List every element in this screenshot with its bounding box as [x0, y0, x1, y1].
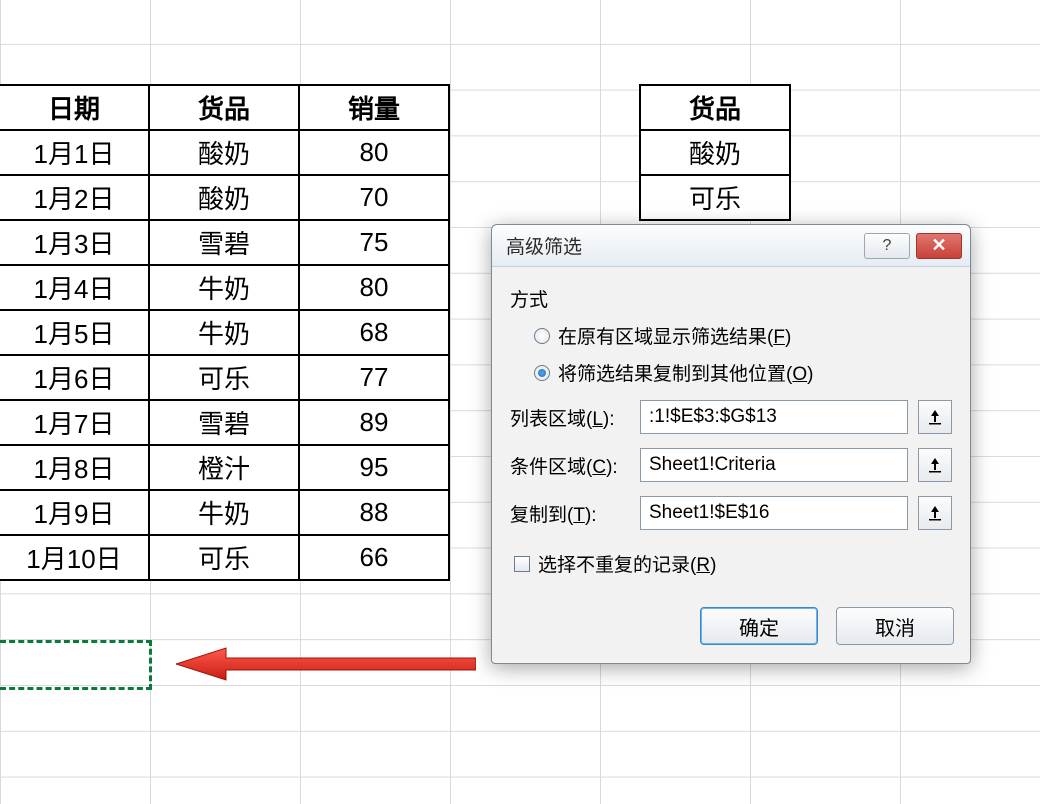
table-header-row: 日期 货品 销量 [0, 85, 449, 130]
range-select-icon [926, 408, 944, 426]
cell[interactable]: 1月7日 [0, 400, 149, 445]
table-row: 1月4日牛奶80 [0, 265, 449, 310]
radio-filter-inplace[interactable]: 在原有区域显示筛选结果(F) [534, 322, 952, 349]
cell[interactable]: 1月6日 [0, 355, 149, 400]
table-row: 酸奶 [640, 130, 790, 175]
checkbox-icon [514, 556, 530, 572]
cell[interactable]: 88 [299, 490, 449, 535]
criteria-range-label: 条件区域(C): [510, 452, 630, 479]
advanced-filter-dialog: 高级筛选 ? ✕ 方式 在原有区域显示筛选结果(F) 将筛选结果复制到其他位置(… [491, 224, 971, 664]
cell[interactable]: 橙汁 [149, 445, 299, 490]
cell[interactable]: 1月5日 [0, 310, 149, 355]
radio-icon [534, 365, 550, 381]
criteria-range-row: 条件区域(C): [510, 448, 952, 482]
cell[interactable]: 95 [299, 445, 449, 490]
range-select-icon [926, 504, 944, 522]
cell[interactable]: 80 [299, 265, 449, 310]
cell[interactable]: 66 [299, 535, 449, 580]
cell[interactable]: 牛奶 [149, 265, 299, 310]
cell[interactable]: 1月1日 [0, 130, 149, 175]
copy-to-input[interactable] [640, 496, 908, 530]
criteria-range-input[interactable] [640, 448, 908, 482]
dialog-title: 高级筛选 [506, 232, 864, 259]
range-select-icon [926, 456, 944, 474]
cell[interactable]: 1月3日 [0, 220, 149, 265]
cell[interactable]: 雪碧 [149, 400, 299, 445]
cell[interactable]: 可乐 [640, 175, 790, 220]
cell[interactable]: 89 [299, 400, 449, 445]
method-section-label: 方式 [510, 285, 952, 312]
cell[interactable]: 1月4日 [0, 265, 149, 310]
col-header-product[interactable]: 货品 [149, 85, 299, 130]
cell[interactable]: 雪碧 [149, 220, 299, 265]
table-row: 1月8日橙汁95 [0, 445, 449, 490]
ok-button[interactable]: 确定 [700, 607, 818, 645]
cell[interactable]: 牛奶 [149, 310, 299, 355]
cell[interactable]: 68 [299, 310, 449, 355]
copy-to-row: 复制到(T): [510, 496, 952, 530]
col-header-date[interactable]: 日期 [0, 85, 149, 130]
unique-records-checkbox[interactable]: 选择不重复的记录(R) [514, 550, 952, 577]
table-row: 1月1日酸奶80 [0, 130, 449, 175]
col-header-sales[interactable]: 销量 [299, 85, 449, 130]
table-row: 1月9日牛奶88 [0, 490, 449, 535]
cell[interactable]: 80 [299, 130, 449, 175]
cell[interactable]: 1月10日 [0, 535, 149, 580]
dialog-titlebar[interactable]: 高级筛选 ? ✕ [492, 225, 970, 267]
cell[interactable]: 酸奶 [149, 175, 299, 220]
cell[interactable]: 可乐 [149, 355, 299, 400]
copy-to-label: 复制到(T): [510, 500, 630, 527]
cell[interactable]: 70 [299, 175, 449, 220]
table-row: 1月6日可乐77 [0, 355, 449, 400]
main-data-table: 日期 货品 销量 1月1日酸奶801月2日酸奶701月3日雪碧751月4日牛奶8… [0, 84, 450, 581]
table-row: 可乐 [640, 175, 790, 220]
cell[interactable]: 牛奶 [149, 490, 299, 535]
table-row: 1月3日雪碧75 [0, 220, 449, 265]
cell[interactable]: 1月8日 [0, 445, 149, 490]
copy-to-selection-marquee [0, 640, 152, 690]
cancel-button[interactable]: 取消 [836, 607, 954, 645]
cell[interactable]: 酸奶 [640, 130, 790, 175]
list-range-row: 列表区域(L): [510, 400, 952, 434]
table-row: 1月7日雪碧89 [0, 400, 449, 445]
close-button[interactable]: ✕ [916, 233, 962, 259]
cell[interactable]: 酸奶 [149, 130, 299, 175]
table-row: 1月5日牛奶68 [0, 310, 449, 355]
cell[interactable]: 1月2日 [0, 175, 149, 220]
table-row: 1月2日酸奶70 [0, 175, 449, 220]
radio-copy-to-location[interactable]: 将筛选结果复制到其他位置(O) [534, 359, 952, 386]
cell[interactable]: 75 [299, 220, 449, 265]
list-range-picker-button[interactable] [918, 400, 952, 434]
cell[interactable]: 可乐 [149, 535, 299, 580]
criteria-header[interactable]: 货品 [640, 85, 790, 130]
criteria-table: 货品 酸奶可乐 [639, 84, 791, 221]
cell[interactable]: 1月9日 [0, 490, 149, 535]
copy-to-range-picker-button[interactable] [918, 496, 952, 530]
criteria-range-picker-button[interactable] [918, 448, 952, 482]
list-range-label: 列表区域(L): [510, 404, 630, 431]
list-range-input[interactable] [640, 400, 908, 434]
radio-label: 将筛选结果复制到其他位置(O) [558, 359, 813, 386]
radio-icon [534, 328, 550, 344]
table-row: 1月10日可乐66 [0, 535, 449, 580]
checkbox-label: 选择不重复的记录(R) [538, 550, 716, 577]
radio-label: 在原有区域显示筛选结果(F) [558, 322, 791, 349]
cell[interactable]: 77 [299, 355, 449, 400]
help-button[interactable]: ? [864, 233, 910, 259]
